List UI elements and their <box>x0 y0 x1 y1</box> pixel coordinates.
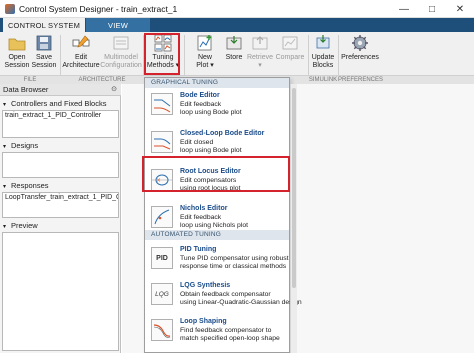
matlab-app-icon <box>5 3 15 14</box>
menu-item-title: LQG Synthesis <box>180 282 231 289</box>
architecture-icon <box>72 34 90 52</box>
save-session-button[interactable]: Save Session <box>31 34 57 70</box>
multimodel-icon <box>112 34 130 52</box>
save-session-label: Save Session <box>31 54 57 69</box>
store-icon <box>225 34 243 52</box>
graphical-tuning-header: GRAPHICAL TUNING <box>145 78 289 88</box>
menu-item-description: Obtain feedback compensator using Linear… <box>180 291 302 306</box>
preferences-label: Preferences <box>341 54 379 61</box>
multimodel-configuration-button[interactable]: Multimodel Configuration <box>100 34 142 70</box>
multimodel-configuration-label: Multimodel Configuration <box>100 54 142 69</box>
chevron-down-icon[interactable]: ⊙ <box>111 84 117 96</box>
list-item[interactable]: train_extract_1_PID_Controller <box>3 111 118 120</box>
tab-view[interactable]: VIEW <box>86 18 150 32</box>
menu-item-title: PID Tuning <box>180 246 217 253</box>
tab-control-system[interactable]: CONTROL SYSTEM <box>3 18 85 32</box>
automated-tuning-header: AUTOMATED TUNING <box>145 230 289 240</box>
section-designs-label: Designs <box>11 141 39 150</box>
section-preview[interactable]: ▾ Preview <box>0 220 121 231</box>
retrieve-icon <box>251 34 269 52</box>
gear-icon <box>351 34 369 52</box>
open-session-label: Open Session <box>4 54 30 69</box>
group-label-architecture: ARCHITECTURE <box>78 77 126 83</box>
menu-item-bode-editor[interactable]: Bode Editor Edit feedback loop using Bod… <box>145 90 289 126</box>
menu-item-description: Edit feedback loop using Bode plot <box>180 101 242 116</box>
store-button[interactable]: Store <box>222 34 246 62</box>
pid-icon: PID <box>151 247 173 269</box>
nichols-plot-icon <box>151 206 173 228</box>
save-icon <box>35 34 53 52</box>
menu-item-pid-tuning[interactable]: PID PID Tuning Tune PID compensator usin… <box>145 244 289 280</box>
new-plot-icon <box>196 34 214 52</box>
menu-item-title: Closed-Loop Bode Editor <box>180 130 265 137</box>
data-browser-title-text: Data Browser <box>3 85 49 94</box>
store-label: Store <box>225 54 243 61</box>
open-session-button[interactable]: Open Session <box>4 34 30 70</box>
root-locus-highlight <box>142 156 290 192</box>
title-bar: Control System Designer - train_extract_… <box>0 0 474 18</box>
compare-icon <box>281 34 299 52</box>
pid-icon-text: PID <box>156 254 168 262</box>
section-responses[interactable]: ▾ Responses <box>0 180 121 191</box>
data-browser-panel: Data Browser ⊙ ▾ Controllers and Fixed Bl… <box>0 84 121 353</box>
window-title: Control System Designer - train_extract_… <box>19 3 178 14</box>
designs-list <box>2 152 119 178</box>
new-plot-label: New Plot ▾ <box>196 54 214 69</box>
ribbon-tab-strip: CONTROL SYSTEM VIEW <box>0 18 474 32</box>
data-browser-title: Data Browser ⊙ <box>0 84 121 96</box>
edit-architecture-button[interactable]: Edit Architecture <box>62 34 100 70</box>
section-responses-label: Responses <box>11 181 49 190</box>
close-button[interactable]: ✕ <box>446 0 474 18</box>
new-plot-button[interactable]: New Plot ▾ <box>193 34 217 70</box>
controllers-list: train_extract_1_PID_Controller <box>2 110 119 138</box>
menu-item-title: Bode Editor <box>180 92 220 99</box>
closed-loop-bode-icon <box>151 131 173 153</box>
update-blocks-button[interactable]: Update Blocks <box>310 34 336 70</box>
list-item[interactable]: LoopTransfer_train_extract_1_PID_Co... <box>3 193 118 202</box>
folder-icon <box>8 34 26 52</box>
group-label-file: FILE <box>23 77 37 83</box>
section-designs[interactable]: ▾ Designs <box>0 140 121 151</box>
retrieve-label: Retrieve ▾ <box>246 54 274 69</box>
lqg-icon: LQG <box>151 283 173 305</box>
menu-scrollbar[interactable] <box>290 84 297 353</box>
section-controllers-label: Controllers and Fixed Blocks <box>11 99 107 108</box>
update-blocks-label: Update Blocks <box>311 54 335 69</box>
menu-item-description: Edit feedback loop using Nichols plot <box>180 214 249 229</box>
bode-plot-icon <box>151 93 173 115</box>
menu-item-title: Nichols Editor <box>180 205 228 212</box>
preview-pane <box>2 232 119 351</box>
menu-item-description: Tune PID compensator using robust respon… <box>180 255 289 270</box>
responses-list: LoopTransfer_train_extract_1_PID_Co... <box>2 192 119 218</box>
menu-item-title: Loop Shaping <box>180 318 227 325</box>
scrollbar-thumb[interactable] <box>292 88 296 288</box>
loop-shaping-icon <box>151 319 173 341</box>
group-label-simulink: SIMULINK <box>308 77 338 83</box>
compare-button[interactable]: Compare <box>275 34 305 62</box>
section-controllers[interactable]: ▾ Controllers and Fixed Blocks <box>0 98 121 109</box>
retrieve-button[interactable]: Retrieve ▾ <box>246 34 274 70</box>
minimize-button[interactable]: — <box>390 0 418 18</box>
edit-architecture-label: Edit Architecture <box>62 54 100 69</box>
menu-item-description: Find feedback compensator to match speci… <box>180 327 280 342</box>
compare-label: Compare <box>275 54 305 61</box>
section-preview-label: Preview <box>11 221 38 230</box>
menu-item-lqg-synthesis[interactable]: LQG LQG Synthesis Obtain feedback compen… <box>145 280 302 316</box>
tuning-methods-highlight <box>144 33 180 75</box>
update-blocks-icon <box>314 34 332 52</box>
menu-item-loop-shaping[interactable]: Loop Shaping Find feedback compensator t… <box>145 316 289 352</box>
preferences-button[interactable]: Preferences <box>340 34 380 62</box>
maximize-button[interactable]: □ <box>418 0 446 18</box>
group-label-preferences: PREFERENCES <box>338 77 384 83</box>
lqg-icon-text: LQG <box>155 290 169 298</box>
tuning-methods-menu: GRAPHICAL TUNING Bode Editor Edit feedba… <box>144 77 302 353</box>
menu-item-description: Edit closed loop using Bode plot <box>180 139 242 154</box>
